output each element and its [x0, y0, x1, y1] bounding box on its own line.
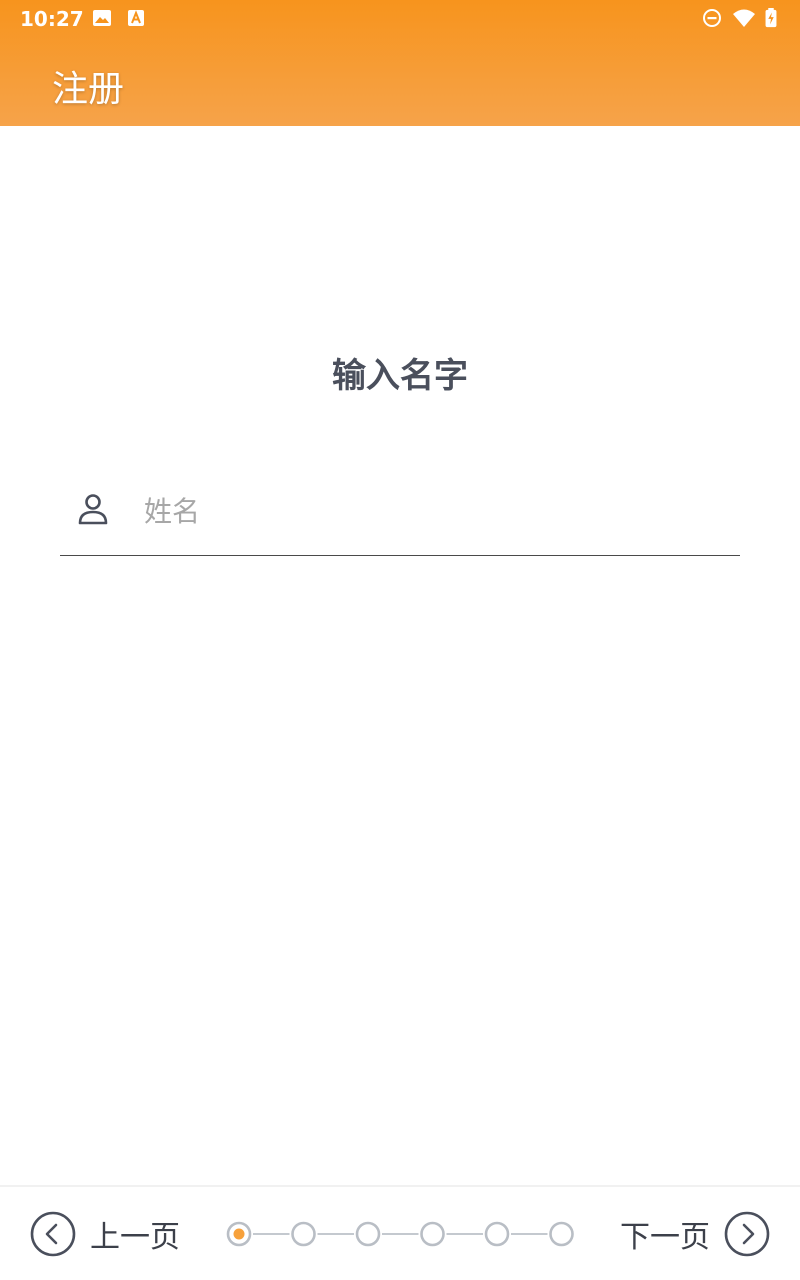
step-dot-active	[226, 1221, 252, 1247]
step-indicator	[226, 1221, 574, 1247]
person-icon	[78, 494, 108, 525]
status-time: 10:27	[20, 7, 84, 31]
previous-page-label: 上一页	[90, 1220, 180, 1255]
step-dot	[355, 1221, 381, 1247]
previous-page-button[interactable]: 上一页	[30, 1209, 180, 1259]
step-dot	[549, 1221, 574, 1247]
image-icon	[93, 10, 111, 26]
app-header: 10:27 注册	[0, 0, 800, 126]
font-a-icon	[128, 10, 144, 26]
battery-charging-icon	[765, 8, 777, 28]
step-dot	[484, 1221, 510, 1247]
next-page-label: 下一页	[620, 1220, 710, 1255]
step-dot	[420, 1221, 445, 1247]
bottom-navigation: 上一页 下一页	[0, 1185, 800, 1280]
name-field[interactable]	[60, 480, 740, 556]
name-input[interactable]	[144, 486, 704, 536]
step-dot	[291, 1221, 316, 1247]
chevron-right-circle-icon	[724, 1211, 770, 1257]
do-not-disturb-icon	[703, 9, 721, 27]
chevron-left-circle-icon	[30, 1211, 76, 1257]
wifi-icon	[733, 9, 755, 27]
status-bar: 10:27	[0, 0, 800, 36]
page-title: 注册	[52, 69, 125, 110]
next-page-button[interactable]: 下一页	[620, 1209, 770, 1259]
step-heading: 输入名字	[332, 356, 468, 396]
